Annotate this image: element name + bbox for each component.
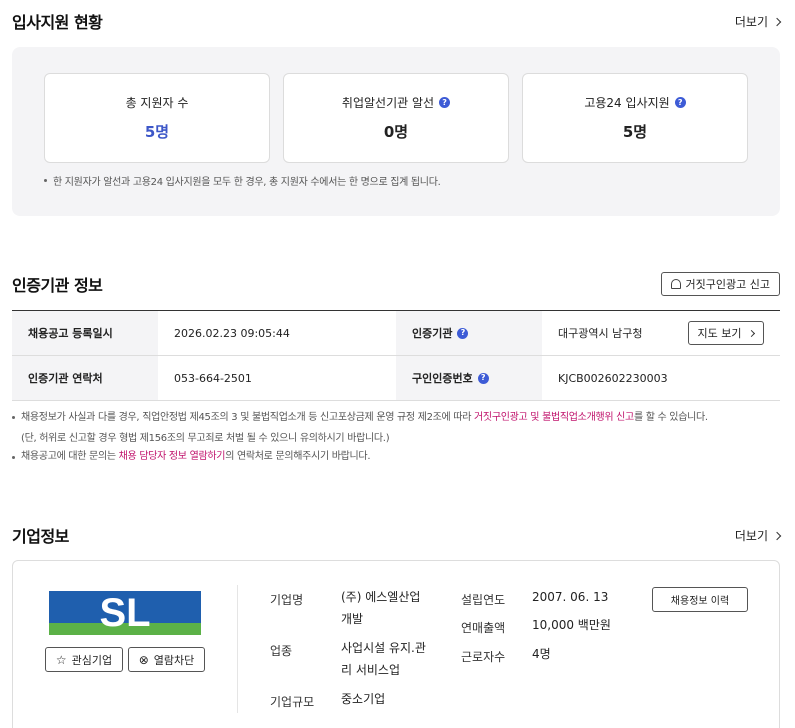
recruit-history-button[interactable]: 채용정보 이력 (652, 587, 748, 612)
industry-value: 사업시설 유지.관 리 서비스업 (341, 641, 426, 677)
map-view-label: 지도 보기 (697, 327, 742, 340)
applicants-more-label: 더보기 (734, 14, 768, 29)
agency-referral-label: 취업알선기관 알선 ? (342, 94, 451, 111)
bell-icon (670, 279, 681, 289)
chevron-right-icon (772, 17, 782, 26)
posting-date-label: 채용공고 등록일시 (12, 311, 158, 355)
bullet-icon (44, 179, 47, 182)
applicants-note: 한 지원자가 알선과 고용24 입사지원을 모두 한 경우, 총 지원자 수에서… (44, 173, 441, 188)
applicants-section-header: 입사지원 현황 더보기 (12, 10, 782, 32)
total-applicants-value: 5명 (144, 123, 170, 141)
applicants-title: 입사지원 현황 (12, 13, 103, 32)
agency-contact-value: 053-664-2501 (174, 371, 252, 385)
block-view-button[interactable]: ⊗ 열람차단 (128, 647, 205, 672)
false-ad-report-button[interactable]: 거짓구인광고 신고 (660, 272, 780, 296)
table-row: 채용공고 등록일시 2026.02.23 09:05:44 인증기관 ? 대구광… (12, 311, 780, 356)
company-logo: SL (49, 591, 201, 635)
chevron-right-icon (772, 531, 782, 540)
table-row: 인증기관 연락처 053-664-2501 구인인증번호 ? KJCB00260… (12, 356, 780, 401)
company-title: 기업정보 (12, 527, 69, 546)
company-more-link[interactable]: 더보기 (734, 527, 782, 544)
help-icon[interactable]: ? (477, 372, 489, 384)
cert-number-value: KJCB002602230003 (558, 371, 668, 385)
agency-referral-card: 취업알선기관 알선 ? 0명 (283, 73, 509, 163)
false-ad-report-link[interactable]: 거짓구인광고 및 불법직업소개행위 신고 (474, 412, 634, 423)
annual-sales-value: 10,000 백만원 (532, 618, 611, 632)
total-applicants-card: 총 지원자 수 5명 (44, 73, 270, 163)
chevron-right-icon (748, 329, 756, 338)
goyong24-apply-label: 고용24 입사지원 ? (584, 94, 686, 111)
industry-label: 업종 (270, 644, 293, 658)
block-view-label: 열람차단 (153, 653, 195, 667)
bullet-icon (12, 456, 15, 459)
cert-agency-label: 인증기관 ? (396, 311, 542, 355)
logo-text: SL (99, 591, 150, 635)
help-icon[interactable]: ? (674, 97, 686, 108)
certification-info-table: 채용공고 등록일시 2026.02.23 09:05:44 인증기관 ? 대구광… (12, 310, 780, 401)
interest-company-label: 관심기업 (71, 653, 113, 667)
agency-referral-value: 0명 (383, 123, 409, 141)
founded-value: 2007. 06. 13 (532, 590, 609, 604)
employees-value: 4명 (532, 647, 551, 661)
star-icon: ☆ (55, 652, 67, 667)
total-applicants-label: 총 지원자 수 (125, 96, 189, 110)
employees-label: 근로자수 (461, 650, 506, 664)
help-icon[interactable]: ? (439, 97, 451, 108)
certification-notice-1: 채용정보가 사실과 다를 경우, 직업안정법 제45조의 3 및 불법직업소개 … (12, 407, 708, 449)
divider (237, 585, 238, 713)
company-name-label: 기업명 (270, 593, 304, 607)
bullet-icon (12, 416, 15, 419)
recruiter-info-link[interactable]: 채용 담당자 정보 열람하기 (119, 451, 226, 462)
help-icon[interactable]: ? (457, 327, 469, 339)
certification-notice-2: 채용공고에 대한 문의는 채용 담당자 정보 열람하기의 연락처로 문의해주시기… (12, 448, 371, 466)
goyong24-apply-value: 5명 (622, 123, 648, 141)
founded-label: 설립연도 (461, 593, 506, 607)
map-view-button[interactable]: 지도 보기 (688, 321, 764, 345)
certification-section-header: 인증기관 정보 거짓구인광고 신고 (12, 272, 780, 296)
certification-title: 인증기관 정보 (12, 276, 103, 295)
interest-company-button[interactable]: ☆ 관심기업 (45, 647, 123, 672)
annual-sales-label: 연매출액 (461, 621, 506, 635)
agency-contact-label: 인증기관 연락처 (12, 356, 158, 400)
company-more-label: 더보기 (734, 528, 768, 543)
company-name-value: (주) 에스엘산업 개발 (341, 590, 421, 626)
false-ad-report-label: 거짓구인광고 신고 (685, 278, 770, 291)
company-size-value: 중소기업 (341, 692, 386, 706)
posting-date-value: 2026.02.23 09:05:44 (174, 326, 290, 340)
company-size-label: 기업규모 (270, 695, 315, 709)
company-section-header: 기업정보 더보기 (12, 524, 782, 546)
company-info-box: SL ☆ 관심기업 ⊗ 열람차단 기업명 (주) 에스엘산업 개발 업종 사업시설… (12, 560, 780, 728)
cert-number-label: 구인인증번호 ? (396, 356, 542, 400)
close-circle-icon: ⊗ (138, 652, 149, 667)
applicants-more-link[interactable]: 더보기 (734, 13, 782, 30)
applicants-summary-box: 총 지원자 수 5명 취업알선기관 알선 ? 0명 고용24 입사지원 ? 5명… (12, 47, 780, 216)
goyong24-apply-card: 고용24 입사지원 ? 5명 (522, 73, 748, 163)
